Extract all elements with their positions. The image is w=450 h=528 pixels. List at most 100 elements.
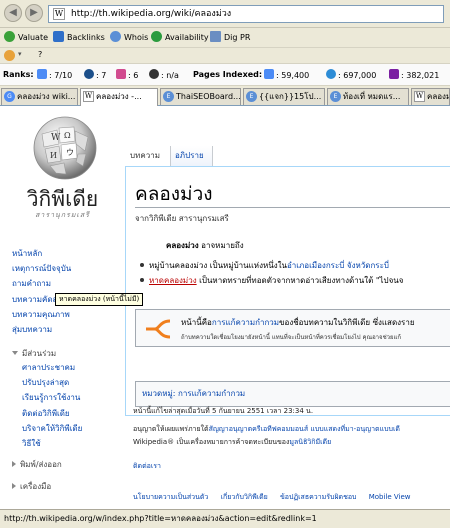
bing-pages-value: : 697,000	[338, 71, 377, 80]
nav-contact-wikipedia[interactable]: ติดต่อวิกิพีเดีย	[22, 406, 82, 421]
nav-main-page[interactable]: หน้าหลัก	[12, 246, 71, 261]
dig-pr-button[interactable]: Dig PR	[210, 31, 250, 45]
tab-article[interactable]: บทความ	[126, 146, 171, 166]
license-pre: อนุญาตให้เผยแพร่ภายใต้	[133, 425, 209, 433]
dollar-icon	[4, 31, 15, 42]
list-item: หาดคลองม่วง เป็นหาดทรายที่ทอดตัวจากหาดอ่…	[140, 274, 403, 287]
quantcast-rank[interactable]: : n/a	[149, 69, 179, 82]
tab-3[interactable]: E ThaiSEOBoard...	[160, 88, 241, 105]
nav-recent-changes[interactable]: ปรับปรุงล่าสุด	[22, 375, 82, 390]
help-button[interactable]: ?	[38, 50, 42, 59]
svg-text:Ω: Ω	[64, 131, 71, 140]
compete-icon	[116, 69, 126, 79]
nav-good-articles[interactable]: บทความคุณภาพ	[12, 307, 71, 322]
main-navigation: หน้าหลัก เหตุการณ์ปัจจุบัน ถามคำถาม บทคว…	[12, 246, 71, 337]
address-input[interactable]: W http://th.wikipedia.org/wiki/คลองม่วง	[48, 5, 444, 23]
valuate-button[interactable]: Valuate	[4, 31, 48, 45]
dropdown-arrow-icon[interactable]: ▾	[18, 50, 22, 58]
bing-pages[interactable]: : 697,000	[326, 69, 376, 82]
category-box: หมวดหมู่: การแก้ความกำกวม	[135, 381, 450, 407]
notice-small-text: ถ้าบทความใดเชื่อมโยงมายังหน้านี้ แทนที่จ…	[181, 334, 402, 341]
site-subtitle: จากวิกิพีเดีย สารานุกรมเสรี	[135, 214, 229, 223]
nav-donate[interactable]: บริจาคให้วิกิพีเดีย	[22, 421, 82, 436]
google-pages[interactable]: : 59,400	[264, 69, 309, 82]
disambiguation-link[interactable]: การแก้ความกำกวม	[212, 318, 279, 327]
nav-ask-question[interactable]: ถามคำถาม	[12, 276, 71, 291]
wikipedia-globe-logo[interactable]: W Ω И ウ	[28, 110, 102, 184]
shovel-icon	[210, 31, 221, 42]
categories-link[interactable]: หมวดหมู่	[142, 389, 173, 398]
status-bar: http://th.wikipedia.org/w/index.php?titl…	[0, 509, 450, 528]
wikipedia-favicon-icon: W	[53, 8, 65, 20]
seo-toolbar: Valuate Backlinks Whois Availability Dig…	[0, 28, 450, 48]
nav-help[interactable]: วิธีใช้	[22, 436, 82, 451]
yahoo-pages[interactable]: : 382,021	[389, 69, 439, 82]
trademark-line: Wikipedia® เป็นเครื่องหมายการค้าจดทะเบีย…	[133, 437, 331, 448]
participate-navigation: ศาลาประชาคม ปรับปรุงล่าสุด เรียนรู้การใช…	[22, 360, 82, 451]
tab-5-label: ท้องเที่ หมดแร...	[343, 92, 401, 101]
whois-button[interactable]: Whois	[110, 31, 148, 45]
back-arrow-icon[interactable]: ◀	[4, 4, 22, 22]
forum-favicon-icon: E	[163, 91, 174, 102]
nav-help-learn[interactable]: เรียนรู้การใช้งาน	[22, 390, 82, 405]
disclaimers-link[interactable]: ข้อปฏิเสธความรับผิดชอบ	[280, 493, 356, 501]
footer-links: นโยบายความเป็นส่วนตัว เกี่ยวกับวิกิพีเดี…	[133, 492, 421, 503]
list-item: หมู่บ้านคลองม่วง เป็นหมู่บ้านแห่งหนึ่งใน…	[140, 259, 389, 272]
disambig-term: คลองม่วง	[166, 241, 199, 250]
about-wikipedia-link[interactable]: เกี่ยวกับวิกิพีเดีย	[221, 493, 268, 501]
google-icon	[37, 69, 47, 79]
contact-us-link[interactable]: ติดต่อเรา	[133, 461, 161, 472]
alexa-rank[interactable]: : 7	[84, 69, 106, 82]
disambiguation-intro: คลองม่วง อาจหมายถึง	[166, 239, 244, 252]
krabi-district-link[interactable]: อำเภอเมืองกระบี่ จังหวัดกระบี่	[287, 261, 389, 270]
wiki-tagline: สารานุกรมเสรี	[35, 211, 90, 219]
tab-4[interactable]: E {{แจก}}15โป...	[243, 88, 325, 105]
availability-button[interactable]: Availability	[151, 31, 209, 45]
notice-post: ของชื่อบทความในวิกิพีเดีย ซึ่งแสดงราย	[279, 318, 415, 327]
expand-triangle-icon	[12, 351, 18, 355]
address-bar-row: ◀ ▶ W http://th.wikipedia.org/wiki/คลองม…	[0, 0, 450, 28]
collapsed-triangle-icon	[12, 461, 16, 467]
alexa-icon	[84, 69, 94, 79]
wikipedia-tab-icon: W	[414, 91, 425, 102]
cc-license-link[interactable]: สัญญาอนุญาตครีเอทีฟคอมมอนส์ แบบแสดงที่มา…	[209, 425, 400, 433]
print-export-heading[interactable]: พิมพ์/ส่งออก	[12, 458, 62, 471]
privacy-policy-link[interactable]: นโยบายความเป็นส่วนตัว	[133, 493, 208, 501]
backlinks-button[interactable]: Backlinks	[53, 31, 105, 45]
tab-1-label: คลองม่วง wiki...	[17, 92, 76, 101]
compete-rank[interactable]: : 6	[116, 69, 138, 82]
mobile-view-link[interactable]: Mobile View	[369, 493, 411, 501]
quantcast-rank-value: : n/a	[161, 71, 179, 80]
tab-6[interactable]: W คลองม่	[411, 88, 450, 105]
wiki-page: W Ω И ウ วิกิพีเดีย สารานุกรมเสรี หน้าหลั…	[0, 106, 450, 509]
page-title: คลองม่วง	[135, 183, 213, 205]
svg-text:И: И	[50, 151, 57, 160]
url-text: http://th.wikipedia.org/wiki/คลองม่วง	[71, 9, 232, 19]
nav-random-article[interactable]: สุ่มบทความ	[12, 322, 71, 337]
notice-pre: หน้านี้คือ	[181, 318, 212, 327]
wikimedia-foundation-link[interactable]: มูลนิธิวิกิมีเดีย	[289, 438, 331, 446]
tab-5[interactable]: E ท้องเที่ หมดแร...	[327, 88, 409, 105]
participate-heading[interactable]: มีส่วนร่วม	[12, 347, 56, 360]
tools-heading[interactable]: เครื่องมือ	[12, 480, 51, 493]
dig-pr-label: Dig PR	[224, 33, 251, 42]
title-divider	[135, 207, 450, 208]
category-disambiguation-link[interactable]: : การแก้ความกำกวม	[173, 389, 245, 398]
nav-current-events[interactable]: เหตุการณ์ปัจจุบัน	[12, 261, 71, 276]
google-rank[interactable]: : 7/10	[37, 69, 72, 82]
tab-1[interactable]: G คลองม่วง wiki...	[1, 88, 78, 105]
google-rank-value: : 7/10	[49, 71, 73, 80]
khlong-muang-beach-redlink[interactable]: หาดคลองม่วง	[149, 276, 197, 285]
tab-2-label: คลองม่วง -...	[96, 92, 142, 101]
tab-talk[interactable]: อภิปราย	[171, 146, 213, 166]
sidebar: W Ω И ウ วิกิพีเดีย สารานุกรมเสรี หน้าหลั…	[0, 106, 125, 509]
ranks-label: Ranks:	[3, 70, 34, 79]
forward-arrow-icon[interactable]: ▶	[25, 4, 43, 22]
license-line: อนุญาตให้เผยแพร่ภายใต้สัญญาอนุญาตครีเอที…	[133, 424, 400, 435]
nav-community-portal[interactable]: ศาลาประชาคม	[22, 360, 82, 375]
quantcast-icon	[149, 69, 159, 79]
tab-2-active[interactable]: W คลองม่วง -...	[80, 88, 158, 106]
tab-strip: G คลองม่วง wiki... W คลองม่วง -... E ThaiSE…	[0, 86, 450, 106]
gear-icon[interactable]	[4, 50, 15, 61]
tab-3-label: ThaiSEOBoard...	[176, 92, 241, 101]
